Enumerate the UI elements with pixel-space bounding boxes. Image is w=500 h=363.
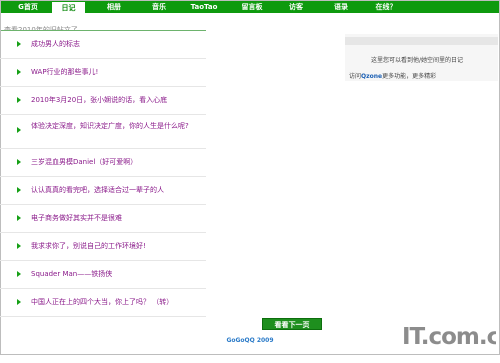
list-item[interactable]: 认认真真的看完吧，选择适合过一辈子的人 xyxy=(0,177,206,205)
list-item[interactable]: 2010年3月20日，张小娴说的话，看入心底 xyxy=(0,87,206,115)
nav-tab-diary[interactable]: 日记 xyxy=(52,1,85,14)
list-item[interactable]: WAP行业的那些事儿! xyxy=(0,59,206,87)
sidebar-description: 这里您可以看到他/她空间里的日记 xyxy=(371,57,464,64)
triangle-bullet-icon xyxy=(17,215,21,221)
triangle-bullet-icon xyxy=(17,159,21,165)
svg-text:IT.com.cn: IT.com.cn xyxy=(402,324,496,350)
sidebar-qzone-promo: 访问Qzone更多功能，更多精彩 xyxy=(349,73,436,81)
list-item[interactable]: Squader Man——铁扬侠 xyxy=(0,261,206,289)
site-watermark-logo: IT.com.cn xyxy=(400,318,500,352)
sidebar-prefix-text: 访问 xyxy=(349,73,362,80)
triangle-bullet-icon xyxy=(17,243,21,249)
next-page-button[interactable]: 看看下一页 xyxy=(262,318,322,330)
list-item[interactable]: 体验决定深度，知识决定广度，你的人生是什么呢? xyxy=(0,115,206,149)
triangle-bullet-icon xyxy=(17,187,21,193)
list-item[interactable]: 中国人正在上的四个大当，你上了吗？ （转） xyxy=(0,289,206,317)
watermark-logo-icon: IT.com.cn xyxy=(402,324,500,350)
nav-tab-taotao[interactable]: TaoTao xyxy=(187,1,221,13)
post-title-link[interactable]: 成功男人的标志 xyxy=(31,39,196,49)
sidebar-suffix-text: 更多功能，更多精彩 xyxy=(382,73,437,80)
triangle-bullet-icon xyxy=(17,127,21,133)
triangle-bullet-icon xyxy=(17,271,21,277)
qzone-link[interactable]: Qzone xyxy=(361,73,382,80)
post-title-link[interactable]: 电子商务做好其实并不是很难 xyxy=(31,213,196,223)
nav-tab-online[interactable]: 在线？ xyxy=(369,1,403,13)
nav-tab-home[interactable]: G首页 xyxy=(15,1,41,13)
post-title-link[interactable]: 三岁混血男模Daniel（好可爱啊） xyxy=(31,157,196,167)
triangle-bullet-icon xyxy=(17,97,21,103)
sidebar-header-band xyxy=(345,37,498,45)
nav-tab-quotes[interactable]: 语录 xyxy=(326,1,356,13)
post-title-link[interactable]: 体验决定深度，知识决定广度，你的人生是什么呢? xyxy=(31,121,196,131)
list-item[interactable]: 我求求你了，别说自己的工作环境好! xyxy=(0,233,206,261)
triangle-bullet-icon xyxy=(17,41,21,47)
list-item[interactable]: 电子商务做好其实并不是很难 xyxy=(0,205,206,233)
top-navigation-bar: G首页 日记 相册 音乐 TaoTao 留言板 访客 语录 在线？ xyxy=(1,1,499,14)
post-title-link[interactable]: Squader Man——铁扬侠 xyxy=(31,269,196,279)
list-item[interactable]: 成功男人的标志 xyxy=(0,31,206,59)
nav-tab-album[interactable]: 相册 xyxy=(99,1,129,13)
post-title-link[interactable]: 认认真真的看完吧，选择适合过一辈子的人 xyxy=(31,185,196,195)
post-title-link[interactable]: WAP行业的那些事儿! xyxy=(31,67,196,77)
post-title-link[interactable]: 中国人正在上的四个大当，你上了吗？ （转） xyxy=(31,297,196,307)
nav-tab-guestbook[interactable]: 留言板 xyxy=(234,1,270,13)
post-title-link[interactable]: 我求求你了，别说自己的工作环境好! xyxy=(31,241,196,251)
diary-post-list: 成功男人的标志 WAP行业的那些事儿! 2010年3月20日，张小娴说的话，看入… xyxy=(0,31,206,317)
triangle-bullet-icon xyxy=(17,299,21,305)
nav-tab-visitors[interactable]: 访客 xyxy=(281,1,311,13)
triangle-bullet-icon xyxy=(17,69,21,75)
list-item[interactable]: 三岁混血男模Daniel（好可爱啊） xyxy=(0,149,206,177)
post-title-link[interactable]: 2010年3月20日，张小娴说的话，看入心底 xyxy=(31,95,196,105)
nav-tab-music[interactable]: 音乐 xyxy=(144,1,174,13)
